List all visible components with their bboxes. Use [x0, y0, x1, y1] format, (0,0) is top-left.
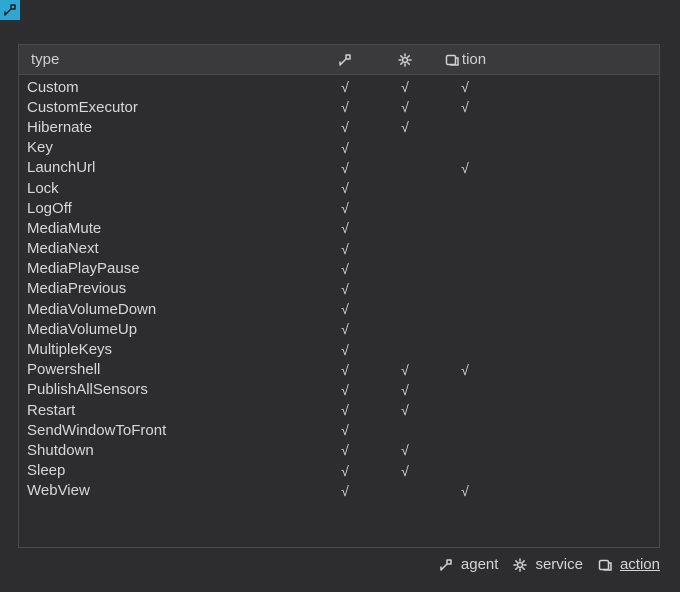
agent-icon	[337, 52, 353, 68]
cell-type: Powershell	[19, 361, 315, 378]
cell-agent: √	[315, 160, 375, 176]
gear-icon	[397, 52, 413, 68]
cell-service: √	[375, 119, 435, 135]
cell-service: √	[375, 79, 435, 95]
cell-type: Sleep	[19, 462, 315, 479]
legend-agent[interactable]: agent	[438, 556, 499, 573]
legend-agent-label: agent	[461, 556, 499, 573]
cell-type: MediaPrevious	[19, 280, 315, 297]
cell-service: √	[375, 362, 435, 378]
cell-agent: √	[315, 382, 375, 398]
cell-agent: √	[315, 261, 375, 277]
cell-agent: √	[315, 402, 375, 418]
legend-service-label: service	[535, 556, 583, 573]
cell-agent: √	[315, 140, 375, 156]
cell-service: √	[375, 382, 435, 398]
cell-agent: √	[315, 301, 375, 317]
table-row[interactable]: MediaPlayPause√	[19, 259, 659, 279]
cell-agent: √	[315, 321, 375, 337]
cell-type: Hibernate	[19, 119, 315, 136]
agent-icon-topbar[interactable]	[0, 0, 20, 20]
gear-icon	[512, 557, 528, 573]
cell-type: Key	[19, 139, 315, 156]
cell-type: PublishAllSensors	[19, 381, 315, 398]
table-row[interactable]: Shutdown√√	[19, 440, 659, 460]
table-row[interactable]: MediaVolumeDown√	[19, 299, 659, 319]
cell-type: MultipleKeys	[19, 341, 315, 358]
legend-service[interactable]: service	[512, 556, 583, 573]
agent-icon	[438, 557, 454, 573]
table-row[interactable]: PublishAllSensors√√	[19, 380, 659, 400]
cell-type: LaunchUrl	[19, 159, 315, 176]
cell-type: Lock	[19, 180, 315, 197]
column-header-type[interactable]: type	[19, 51, 315, 68]
cell-action: √	[435, 362, 495, 378]
column-header-action-label: tion	[462, 51, 486, 68]
cell-type: LogOff	[19, 200, 315, 217]
action-icon	[597, 557, 613, 573]
cell-type: Custom	[19, 79, 315, 96]
table-row[interactable]: Sleep√√	[19, 461, 659, 481]
top-bar	[0, 0, 680, 20]
table-row[interactable]: Restart√√	[19, 400, 659, 420]
cell-agent: √	[315, 200, 375, 216]
cell-type: Restart	[19, 402, 315, 419]
cell-type: MediaPlayPause	[19, 260, 315, 277]
table-row[interactable]: Hibernate√√	[19, 117, 659, 137]
column-header-service[interactable]	[375, 52, 435, 68]
cell-agent: √	[315, 220, 375, 236]
cell-type: MediaVolumeDown	[19, 301, 315, 318]
cell-type: MediaNext	[19, 240, 315, 257]
cell-type: WebView	[19, 482, 315, 499]
cell-agent: √	[315, 79, 375, 95]
cell-agent: √	[315, 362, 375, 378]
cell-agent: √	[315, 119, 375, 135]
cell-service: √	[375, 442, 435, 458]
cell-action: √	[435, 79, 495, 95]
table-row[interactable]: WebView√√	[19, 481, 659, 501]
cell-agent: √	[315, 241, 375, 257]
types-table: type tion Custom√√√CustomExecutor√√√Hibe…	[18, 44, 660, 548]
cell-action: √	[435, 160, 495, 176]
cell-action: √	[435, 483, 495, 499]
table-row[interactable]: Custom√√√	[19, 77, 659, 97]
legend: agent service action	[438, 556, 660, 573]
table-row[interactable]: LaunchUrl√√	[19, 158, 659, 178]
cell-service: √	[375, 463, 435, 479]
table-row[interactable]: MultipleKeys√	[19, 339, 659, 359]
cell-service: √	[375, 99, 435, 115]
cell-action: √	[435, 99, 495, 115]
cell-agent: √	[315, 342, 375, 358]
table-row[interactable]: Key√	[19, 138, 659, 158]
table-row[interactable]: LogOff√	[19, 198, 659, 218]
cell-agent: √	[315, 483, 375, 499]
cell-agent: √	[315, 442, 375, 458]
cell-agent: √	[315, 281, 375, 297]
table-row[interactable]: Powershell√√√	[19, 360, 659, 380]
cell-agent: √	[315, 422, 375, 438]
legend-action-label: action	[620, 556, 660, 573]
action-icon	[444, 52, 460, 68]
cell-type: MediaVolumeUp	[19, 321, 315, 338]
table-row[interactable]: SendWindowToFront√	[19, 420, 659, 440]
cell-agent: √	[315, 180, 375, 196]
cell-type: SendWindowToFront	[19, 422, 315, 439]
column-header-agent[interactable]	[315, 52, 375, 68]
cell-type: CustomExecutor	[19, 99, 315, 116]
column-header-action[interactable]: tion	[435, 51, 495, 68]
cell-agent: √	[315, 463, 375, 479]
table-row[interactable]: Lock√	[19, 178, 659, 198]
table-header: type tion	[19, 45, 659, 75]
cell-type: Shutdown	[19, 442, 315, 459]
legend-action[interactable]: action	[597, 556, 660, 573]
table-body: Custom√√√CustomExecutor√√√Hibernate√√Key…	[19, 75, 659, 501]
cell-service: √	[375, 402, 435, 418]
cell-agent: √	[315, 99, 375, 115]
table-row[interactable]: MediaVolumeUp√	[19, 319, 659, 339]
table-row[interactable]: MediaNext√	[19, 239, 659, 259]
table-row[interactable]: MediaPrevious√	[19, 279, 659, 299]
table-row[interactable]: MediaMute√	[19, 218, 659, 238]
table-row[interactable]: CustomExecutor√√√	[19, 97, 659, 117]
cell-type: MediaMute	[19, 220, 315, 237]
